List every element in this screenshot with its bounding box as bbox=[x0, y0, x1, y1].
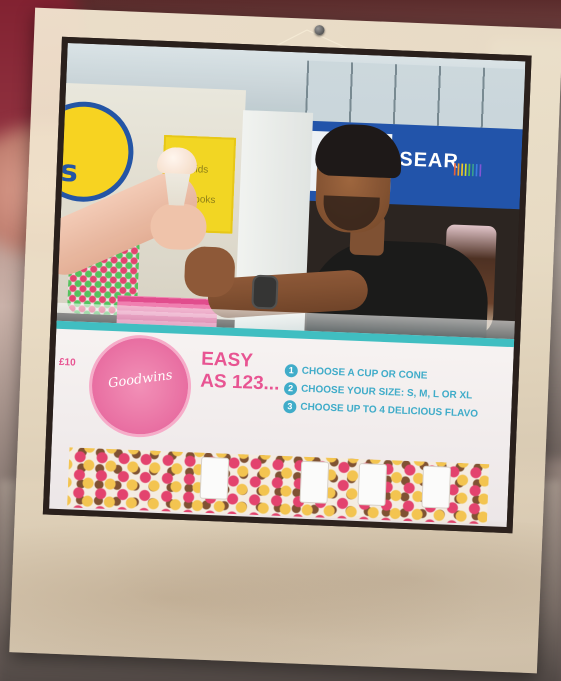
pin-icon bbox=[314, 24, 325, 36]
photo-tint bbox=[49, 43, 526, 528]
polaroid-frame: ts Kids Books SEAR |||||||| £10 Goodwins… bbox=[9, 7, 561, 674]
photo-collage: ts Kids Books SEAR |||||||| £10 Goodwins… bbox=[0, 0, 561, 681]
ice-cream-scene: ts Kids Books SEAR |||||||| £10 Goodwins… bbox=[49, 43, 526, 528]
framed-photo: ts Kids Books SEAR |||||||| £10 Goodwins… bbox=[42, 36, 532, 534]
